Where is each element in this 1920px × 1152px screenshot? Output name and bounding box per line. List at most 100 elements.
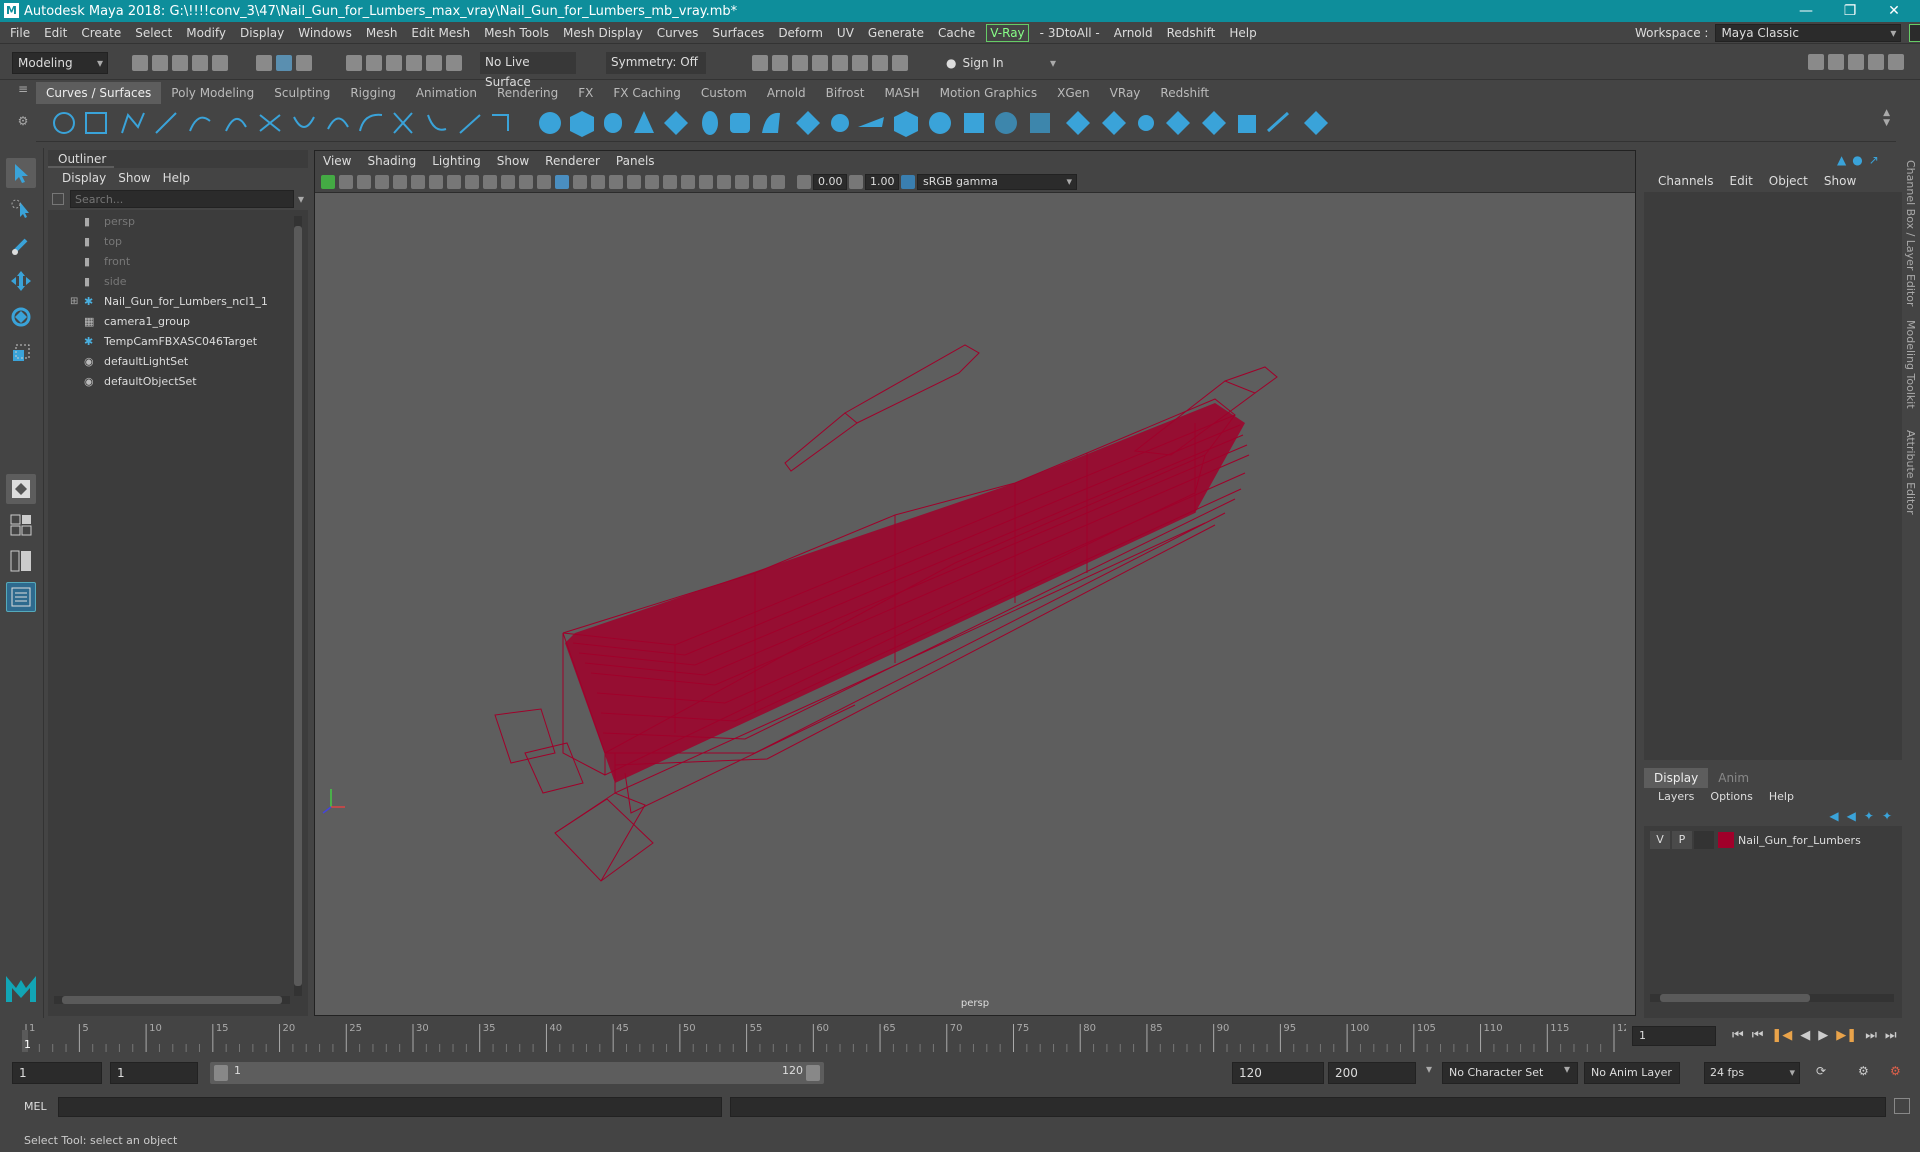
nurbs-sphere-icon[interactable] bbox=[539, 111, 561, 134]
nurbs-circle-icon[interactable] bbox=[53, 111, 75, 134]
bevel-icon[interactable] bbox=[964, 112, 984, 133]
channel-menu-edit[interactable]: Edit bbox=[1722, 170, 1761, 192]
shelf-tab-custom[interactable]: Custom bbox=[691, 82, 757, 104]
minimize-button[interactable]: — bbox=[1784, 0, 1828, 22]
range-end-handle[interactable] bbox=[806, 1065, 820, 1081]
ambient-occlusion-icon[interactable] bbox=[663, 174, 677, 189]
menu-vray[interactable]: V-Ray bbox=[986, 23, 1029, 42]
birail-icon[interactable] bbox=[858, 116, 884, 127]
shelf-tab-xgen[interactable]: XGen bbox=[1047, 82, 1100, 104]
shelf-tab-rendering[interactable]: Rendering bbox=[487, 82, 568, 104]
outliner-menu-show[interactable]: Show bbox=[112, 168, 156, 188]
persp-outliner-layout-icon[interactable] bbox=[6, 546, 36, 576]
bevel-plus-icon[interactable] bbox=[995, 111, 1017, 134]
go-to-start-icon[interactable]: ⏮ bbox=[1732, 1028, 1744, 1043]
dropdown-arrow-icon[interactable]: ▾ bbox=[1426, 1062, 1432, 1076]
single-perspective-view-icon[interactable] bbox=[6, 474, 36, 504]
wireframe-icon[interactable] bbox=[555, 174, 569, 189]
time-ruler[interactable]: 1 5 10 15 20 25 30 35 40 45 50 55 60 65 70 75 80 85 90 95 10… bbox=[20, 1018, 1626, 1054]
2d-pan-zoom-icon[interactable] bbox=[393, 174, 407, 189]
move-layer-down-icon[interactable]: ◀ bbox=[1847, 809, 1856, 823]
layer-playback-toggle[interactable]: P bbox=[1672, 831, 1692, 849]
fps-dropdown[interactable]: 24 fps ▾ bbox=[1704, 1062, 1800, 1084]
render-settings-icon[interactable] bbox=[812, 54, 828, 71]
redo-icon[interactable] bbox=[212, 54, 228, 71]
exposure-icon[interactable] bbox=[797, 174, 811, 189]
pause-icon[interactable] bbox=[892, 54, 908, 71]
shelf-tab-fx[interactable]: FX bbox=[568, 82, 603, 104]
viewport-menu-renderer[interactable]: Renderer bbox=[537, 151, 608, 171]
expand-icon[interactable]: ⊞ bbox=[70, 292, 78, 312]
gate-mask-icon[interactable] bbox=[483, 174, 497, 189]
detach-surface-icon[interactable] bbox=[1266, 111, 1290, 132]
menu-file[interactable]: File bbox=[3, 22, 37, 44]
select-tool-icon[interactable] bbox=[6, 158, 36, 188]
gamma-field[interactable]: 1.00 bbox=[865, 173, 899, 190]
render-frame-icon[interactable] bbox=[752, 54, 768, 71]
rotate-tool-icon[interactable] bbox=[6, 302, 36, 332]
curve-fillet-icon[interactable] bbox=[293, 116, 315, 128]
ipr-render-icon[interactable] bbox=[792, 54, 808, 71]
menu-windows[interactable]: Windows bbox=[291, 22, 359, 44]
ep-curve-icon[interactable] bbox=[155, 111, 177, 134]
menu-edit-mesh[interactable]: Edit Mesh bbox=[404, 22, 477, 44]
scale-tool-icon[interactable] bbox=[6, 338, 36, 368]
move-layer-up-icon[interactable]: ◀ bbox=[1829, 809, 1838, 823]
menu-mesh-display[interactable]: Mesh Display bbox=[556, 22, 650, 44]
layer-visibility-toggle[interactable]: V bbox=[1650, 831, 1670, 849]
color-management-icon[interactable] bbox=[901, 174, 915, 189]
menu-3dtoall[interactable]: - 3DtoAll - bbox=[1033, 22, 1107, 44]
expand-icon[interactable]: ↗ bbox=[1869, 153, 1879, 167]
safe-action-icon[interactable] bbox=[519, 174, 533, 189]
shelf-tab-motion-graphics[interactable]: Motion Graphics bbox=[930, 82, 1048, 104]
shelf-tab-poly-modeling[interactable]: Poly Modeling bbox=[161, 82, 264, 104]
curve-attach-icon[interactable] bbox=[327, 117, 349, 129]
outliner-item[interactable]: ▮ persp bbox=[48, 212, 308, 232]
step-forward-frame-icon[interactable]: ▶❚ bbox=[1836, 1028, 1857, 1043]
outliner-menu-display[interactable]: Display bbox=[56, 168, 112, 188]
shadows-icon[interactable] bbox=[645, 174, 659, 189]
pin-icon[interactable]: ▲ bbox=[1837, 153, 1846, 167]
nurbs-cone-icon[interactable] bbox=[634, 110, 654, 133]
default-material-icon[interactable] bbox=[591, 174, 605, 189]
snap-vertex-icon[interactable] bbox=[446, 54, 462, 71]
shelf-tab-arnold[interactable]: Arnold bbox=[757, 82, 816, 104]
extrude-icon[interactable] bbox=[831, 113, 849, 132]
nurbs-cube-icon[interactable] bbox=[570, 110, 594, 137]
use-lights-icon[interactable] bbox=[627, 174, 641, 189]
step-forward-key-icon[interactable]: ⏭ bbox=[1865, 1028, 1877, 1043]
revolve-icon[interactable] bbox=[730, 112, 750, 133]
sign-in-button[interactable]: ● Sign In ▾ bbox=[946, 56, 1056, 70]
outliner-item[interactable]: ▮ top bbox=[48, 232, 308, 252]
rebuild-curve-icon[interactable] bbox=[492, 113, 509, 131]
link-icon[interactable]: ● bbox=[1852, 153, 1862, 167]
modeling-toolkit-icon[interactable] bbox=[1808, 54, 1824, 70]
outliner-item[interactable]: ▦ camera1_group bbox=[48, 312, 308, 332]
go-to-end-icon[interactable]: ⏭ bbox=[1885, 1028, 1897, 1043]
new-layer-selected-icon[interactable]: ✦ bbox=[1882, 809, 1892, 823]
outliner-item[interactable]: ✱ TempCamFBXASC046Target bbox=[48, 332, 308, 352]
close-button[interactable]: ✕ bbox=[1872, 0, 1916, 22]
filter-icon[interactable] bbox=[52, 193, 64, 205]
attribute-editor-icon[interactable] bbox=[1848, 54, 1864, 70]
anim-preferences-icon[interactable]: ⚙ bbox=[1890, 1064, 1901, 1078]
menu-help[interactable]: Help bbox=[1222, 22, 1263, 44]
lasso-tool-icon[interactable] bbox=[6, 194, 36, 224]
snap-curve-icon[interactable] bbox=[366, 54, 382, 71]
gamma-icon[interactable] bbox=[849, 174, 863, 189]
boundary-icon[interactable] bbox=[894, 110, 918, 137]
save-scene-icon[interactable] bbox=[172, 54, 188, 71]
extend-surface-icon[interactable] bbox=[1166, 110, 1190, 135]
attach-surface-icon[interactable] bbox=[1238, 114, 1256, 133]
menu-deform[interactable]: Deform bbox=[771, 22, 830, 44]
snap-view-icon[interactable] bbox=[406, 54, 422, 71]
loft-icon[interactable] bbox=[762, 112, 780, 133]
play-forward-icon[interactable]: ▶ bbox=[1818, 1028, 1828, 1043]
trim-tool-icon[interactable] bbox=[1102, 110, 1126, 135]
exposure-field[interactable]: 0.00 bbox=[813, 173, 847, 190]
side-tab-attribute-editor[interactable]: Attribute Editor bbox=[1904, 430, 1917, 515]
maximize-button[interactable]: ❐ bbox=[1828, 0, 1872, 22]
workspace-dropdown[interactable]: Maya Classic ▾ bbox=[1715, 24, 1902, 42]
curve-detach-icon[interactable] bbox=[359, 113, 383, 131]
camera-attributes-icon[interactable] bbox=[339, 174, 353, 189]
